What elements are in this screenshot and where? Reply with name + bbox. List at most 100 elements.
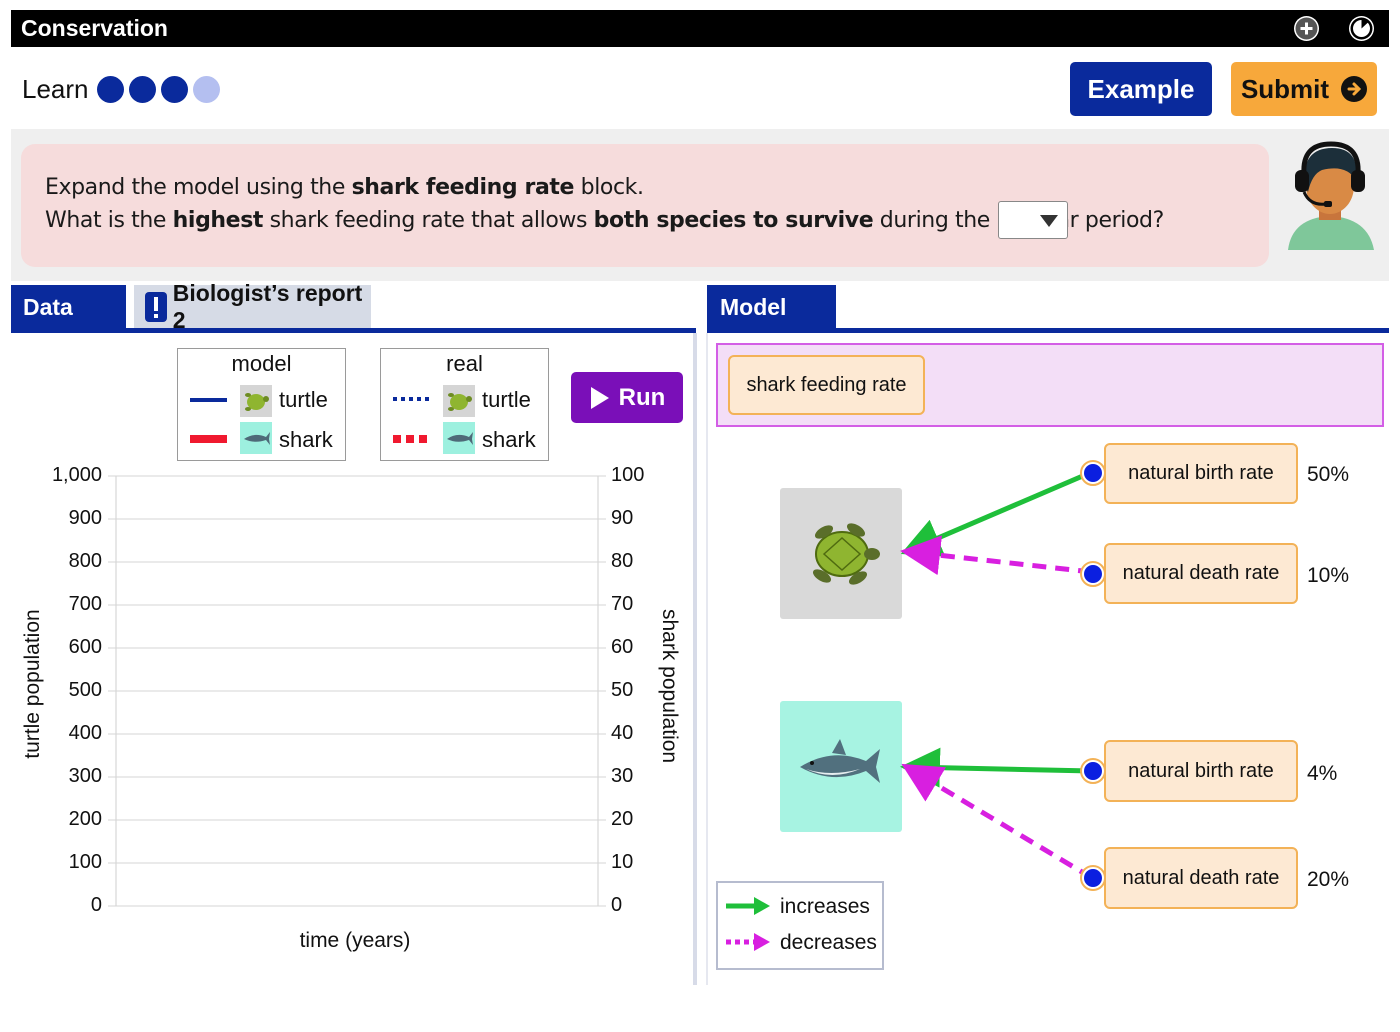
shark-node	[780, 701, 902, 832]
tab-model-label: Model	[720, 293, 787, 320]
increases-arrow-icon	[726, 897, 770, 915]
run-button[interactable]: Run	[571, 372, 683, 423]
shark-feeding-rate-block[interactable]: shark feeding rate	[728, 355, 925, 415]
app-title: Conservation	[21, 15, 168, 41]
title-bar: Conservation	[11, 10, 1389, 47]
connector-shark-death[interactable]	[1078, 863, 1108, 893]
y2-tick-label: 40	[611, 722, 634, 744]
shark-birth-rate-label: natural birth rate	[1128, 759, 1274, 782]
legend-model-shark-line	[190, 435, 227, 443]
shark-icon	[800, 739, 880, 783]
turtle-birth-rate-block[interactable]: natural birth rate	[1104, 443, 1298, 504]
turtle-death-rate-value: 10%	[1307, 564, 1350, 587]
progress-dot-2	[129, 76, 156, 103]
y-tick-label: 1,000	[51, 464, 102, 486]
y2-tick-label: 100	[611, 464, 645, 486]
legend-real: real turtle shark	[380, 348, 549, 461]
example-button-label: Example	[1087, 73, 1195, 104]
answer-dropdown[interactable]	[998, 201, 1068, 239]
y-tick-label: 300	[68, 765, 102, 787]
shark-birth-rate-block[interactable]: natural birth rate	[1104, 740, 1298, 802]
tab-report-label: Biologist’s report 2	[172, 280, 363, 333]
progress-dot-3	[161, 76, 188, 103]
connector-turtle-birth[interactable]	[1078, 458, 1108, 488]
prompt-box: Expand the model using the shark feeding…	[21, 144, 1269, 267]
legend-real-shark-label: shark	[482, 427, 536, 452]
y-tick-label: 900	[68, 507, 102, 529]
tab-underline-left	[11, 328, 696, 333]
legend-real-turtle-line	[393, 397, 431, 401]
shark-death-rate-label: natural death rate	[1122, 866, 1280, 889]
legend-real-turtle-label: turtle	[482, 387, 531, 412]
legend-real-title: real	[446, 351, 483, 376]
panel-divider-edge	[706, 333, 708, 985]
prompt-line-2: What is the highest shark feeding rate t…	[45, 208, 1164, 233]
turtle-icon	[812, 523, 880, 585]
legend-model-turtle-line	[190, 398, 227, 402]
avatar	[1288, 141, 1374, 250]
turtle-icon	[443, 385, 475, 417]
shark-birth-rate-value: 4%	[1307, 762, 1338, 785]
plot-area	[115, 475, 599, 907]
arrow-increases-turtle-birth	[900, 469, 1093, 557]
arrow-increases-shark-birth	[900, 747, 1093, 788]
arrow-decreases-turtle-death	[900, 535, 1093, 576]
submit-button[interactable]: Submit	[1231, 62, 1377, 116]
play-icon	[590, 386, 609, 409]
legend-model-title: model	[231, 351, 292, 376]
turtle-death-rate-block[interactable]: natural death rate	[1104, 543, 1298, 604]
turtle-birth-rate-value: 50%	[1307, 463, 1350, 486]
arrow-decreases-shark-death	[901, 763, 1094, 881]
plus-icon	[1295, 17, 1318, 40]
arrow-right-icon	[1341, 76, 1368, 102]
tab-data-label: Data	[23, 293, 73, 320]
progress-label: Learn	[22, 74, 89, 104]
y2-tick-label: 80	[611, 550, 634, 572]
legend-model-shark-label: shark	[279, 427, 333, 452]
tab-data[interactable]: Data	[11, 285, 126, 329]
alert-icon	[145, 292, 167, 322]
connector-shark-birth[interactable]	[1078, 756, 1108, 786]
timer-button[interactable]	[1349, 16, 1374, 41]
zoom-in-button[interactable]	[1294, 16, 1319, 41]
y2-tick-label: 10	[611, 851, 634, 873]
y-tick-label: 0	[90, 894, 102, 916]
tab-underline-right	[707, 328, 1389, 333]
model-legend: increases decreases	[716, 881, 884, 970]
prompt-line-1: Expand the model using the shark feeding…	[45, 175, 644, 200]
y2-tick-label: 50	[611, 679, 634, 701]
shark-feeding-rate-label: shark feeding rate	[746, 373, 907, 396]
turtle-birth-rate-label: natural birth rate	[1128, 462, 1274, 484]
submit-button-label: Submit	[1240, 73, 1330, 104]
decreases-arrow-icon	[726, 933, 770, 951]
shark-death-rate-block[interactable]: natural death rate	[1104, 847, 1298, 909]
y2-tick-label: 90	[611, 507, 634, 529]
legend-increases-label: increases	[780, 895, 870, 918]
legend-real-shark-line	[393, 435, 431, 443]
connector-turtle-death[interactable]	[1078, 559, 1108, 589]
turtle-death-rate-label: natural death rate	[1122, 562, 1280, 584]
legend-model: model turtle shark	[177, 348, 346, 461]
panel-divider[interactable]	[693, 333, 697, 985]
y-tick-label: 200	[68, 808, 102, 830]
progress-dot-4	[193, 76, 220, 103]
progress-dot-1	[97, 76, 124, 103]
y-tick-label: 100	[68, 851, 102, 873]
tab-biologists-report[interactable]: Biologist’s report 2	[134, 280, 371, 333]
y2-tick-label: 30	[611, 765, 634, 787]
run-button-label: Run	[618, 383, 666, 411]
shark-death-rate-value: 20%	[1307, 868, 1350, 891]
y-axis-title: turtle population	[21, 609, 44, 759]
example-button[interactable]: Example	[1070, 62, 1212, 116]
legend-decreases-label: decreases	[780, 931, 877, 954]
x-axis-title: time (years)	[299, 929, 411, 952]
y2-tick-label: 0	[611, 894, 623, 916]
shark-icon	[443, 422, 475, 454]
turtle-icon	[240, 385, 272, 417]
clock-icon	[1350, 17, 1373, 40]
y2-axis-title: shark population	[658, 609, 681, 764]
tab-model[interactable]: Model	[707, 285, 836, 329]
legend-model-turtle-label: turtle	[279, 387, 328, 412]
shark-icon	[240, 422, 272, 454]
y2-tick-label: 70	[611, 593, 634, 615]
